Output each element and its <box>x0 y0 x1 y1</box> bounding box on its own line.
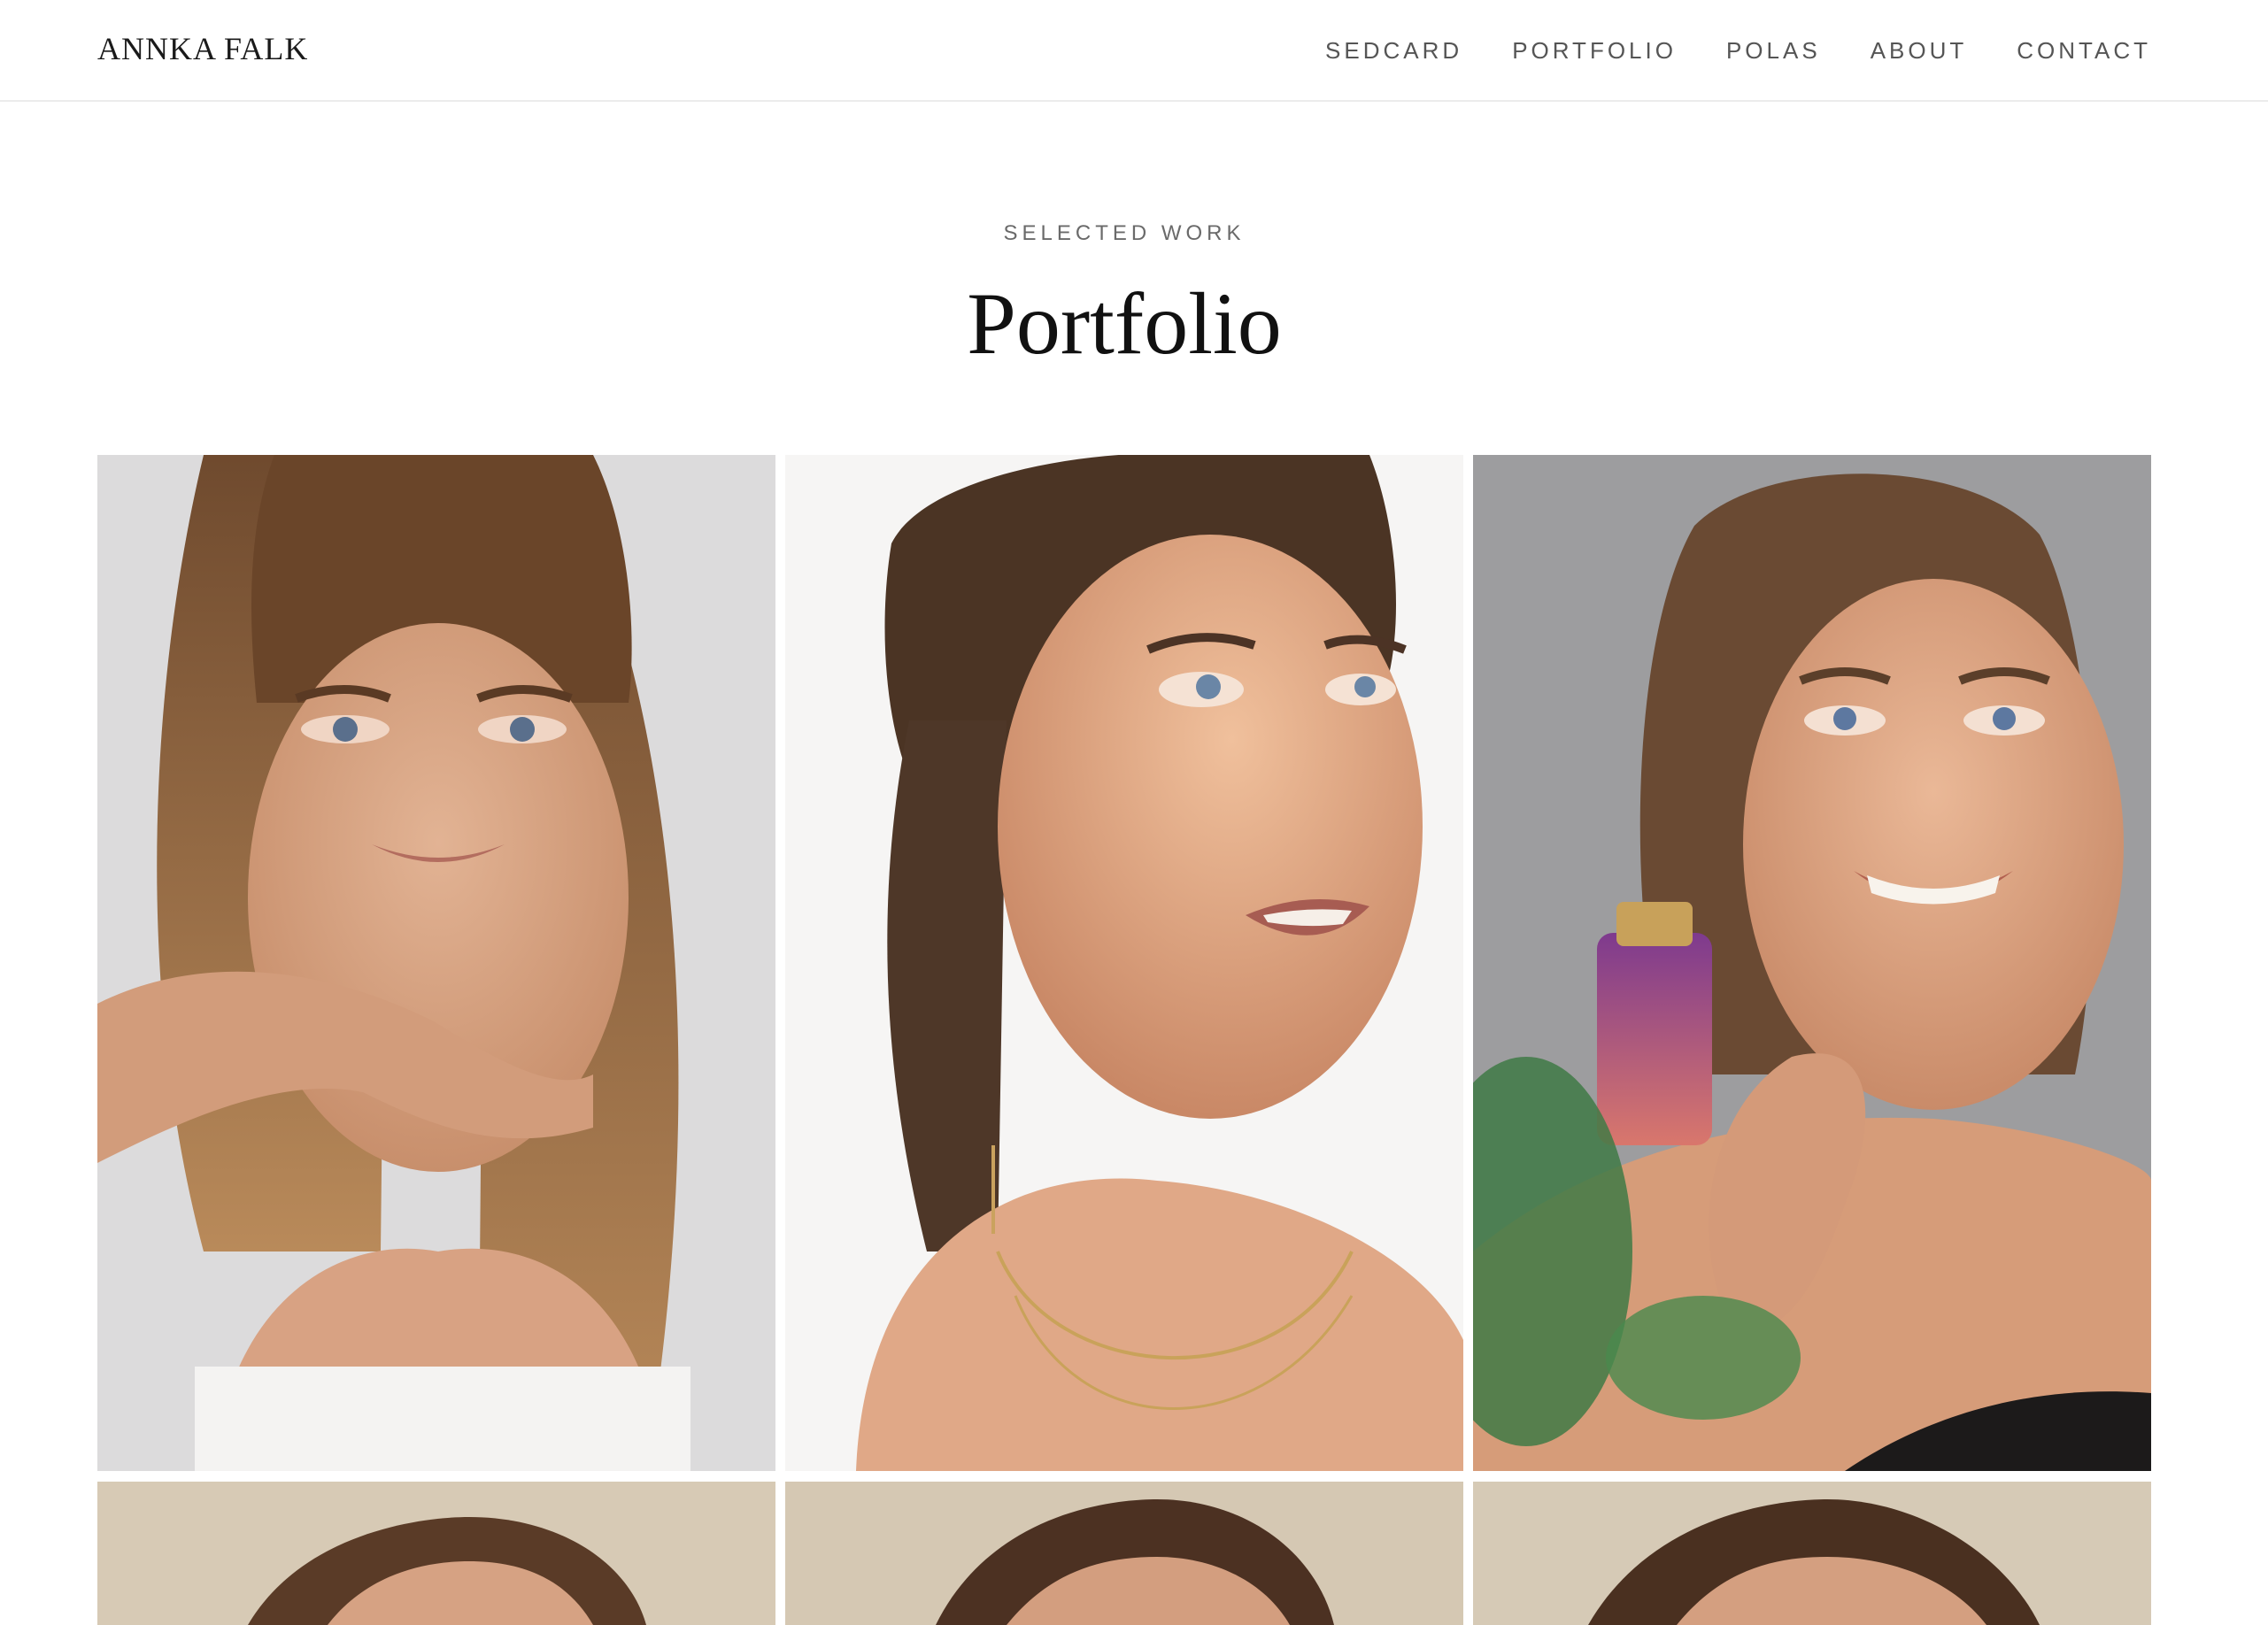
portfolio-photo-1[interactable] <box>97 455 775 1471</box>
portfolio-photo-2[interactable] <box>785 455 1463 1471</box>
nav-contact[interactable]: CONTACT <box>2017 37 2151 65</box>
portfolio-photo-6[interactable] <box>1473 1482 2151 1625</box>
nav-about[interactable]: ABOUT <box>1871 37 1968 65</box>
section-eyebrow: SELECTED WORK <box>1003 221 1246 245</box>
portfolio-photo-3[interactable] <box>1473 455 2151 1471</box>
nav-portfolio[interactable]: PORTFOLIO <box>1512 37 1677 65</box>
portrait-image <box>1473 1482 2151 1625</box>
page-title: Portfolio <box>967 274 1282 373</box>
nav-polas[interactable]: POLAS <box>1726 37 1821 65</box>
brand-logo[interactable]: ANNKA FALK <box>97 30 308 67</box>
portfolio-photo-5[interactable] <box>785 1482 1463 1625</box>
site-header: ANNKA FALK SEDCARD PORTFOLIO POLAS ABOUT… <box>0 0 2268 102</box>
nav-sedcard[interactable]: SEDCARD <box>1325 37 1462 65</box>
portrait-image <box>97 455 775 1471</box>
portrait-image <box>97 1482 775 1625</box>
portrait-image <box>1473 455 2151 1471</box>
portfolio-photo-4[interactable] <box>97 1482 775 1625</box>
main-nav: SEDCARD PORTFOLIO POLAS ABOUT CONTACT <box>1325 37 2151 65</box>
portrait-image <box>785 1482 1463 1625</box>
portrait-image <box>785 455 1463 1471</box>
